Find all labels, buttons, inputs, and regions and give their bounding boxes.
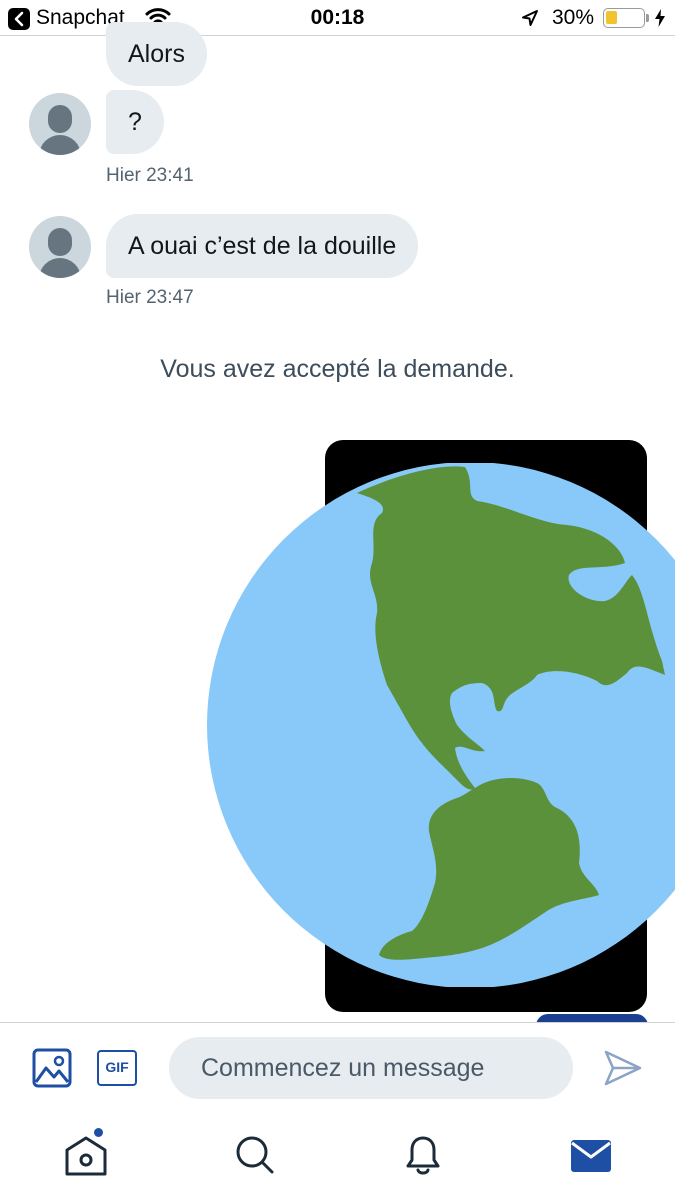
- new-content-dot: [94, 1128, 103, 1137]
- message-bubble[interactable]: A ouai c’est de la douille: [106, 214, 419, 278]
- search-icon[interactable]: [230, 1130, 280, 1180]
- message-timestamp: Hier 23:41: [106, 165, 194, 186]
- notifications-icon[interactable]: [398, 1130, 448, 1180]
- avatar[interactable]: [29, 216, 91, 278]
- message-input-placeholder: Commencez un message: [201, 1054, 485, 1082]
- battery-percent: 30%: [552, 6, 595, 29]
- avatar[interactable]: [29, 93, 91, 155]
- battery-icon: [603, 8, 645, 28]
- message-bubble[interactable]: Alors: [106, 22, 207, 86]
- status-bar: Snapchat 00:18 30%: [0, 0, 675, 36]
- gif-label: GIF: [105, 1059, 129, 1075]
- message-timestamp: Hier 23:47: [106, 287, 194, 308]
- location-arrow-icon: [522, 10, 538, 26]
- battery-level-fill: [606, 11, 617, 24]
- earth-globe-icon[interactable]: [207, 463, 675, 987]
- message-text: A ouai c’est de la douille: [128, 232, 397, 260]
- request-accepted-notice: Vous avez accepté la demande.: [160, 355, 515, 383]
- send-icon[interactable]: [603, 1048, 643, 1088]
- bottom-tab-bar: [0, 1114, 675, 1200]
- message-input[interactable]: Commencez un message: [169, 1037, 573, 1099]
- message-text: ?: [128, 108, 142, 136]
- gif-button[interactable]: GIF: [97, 1050, 137, 1086]
- message-bubble[interactable]: ?: [106, 90, 164, 154]
- message-composer: GIF Commencez un message: [0, 1022, 675, 1114]
- messages-icon[interactable]: [566, 1130, 616, 1180]
- battery-cap: [646, 14, 649, 22]
- message-text: Alors: [128, 40, 185, 68]
- add-image-icon[interactable]: [32, 1048, 72, 1088]
- home-icon[interactable]: [61, 1130, 111, 1180]
- charging-bolt-icon: [655, 9, 665, 27]
